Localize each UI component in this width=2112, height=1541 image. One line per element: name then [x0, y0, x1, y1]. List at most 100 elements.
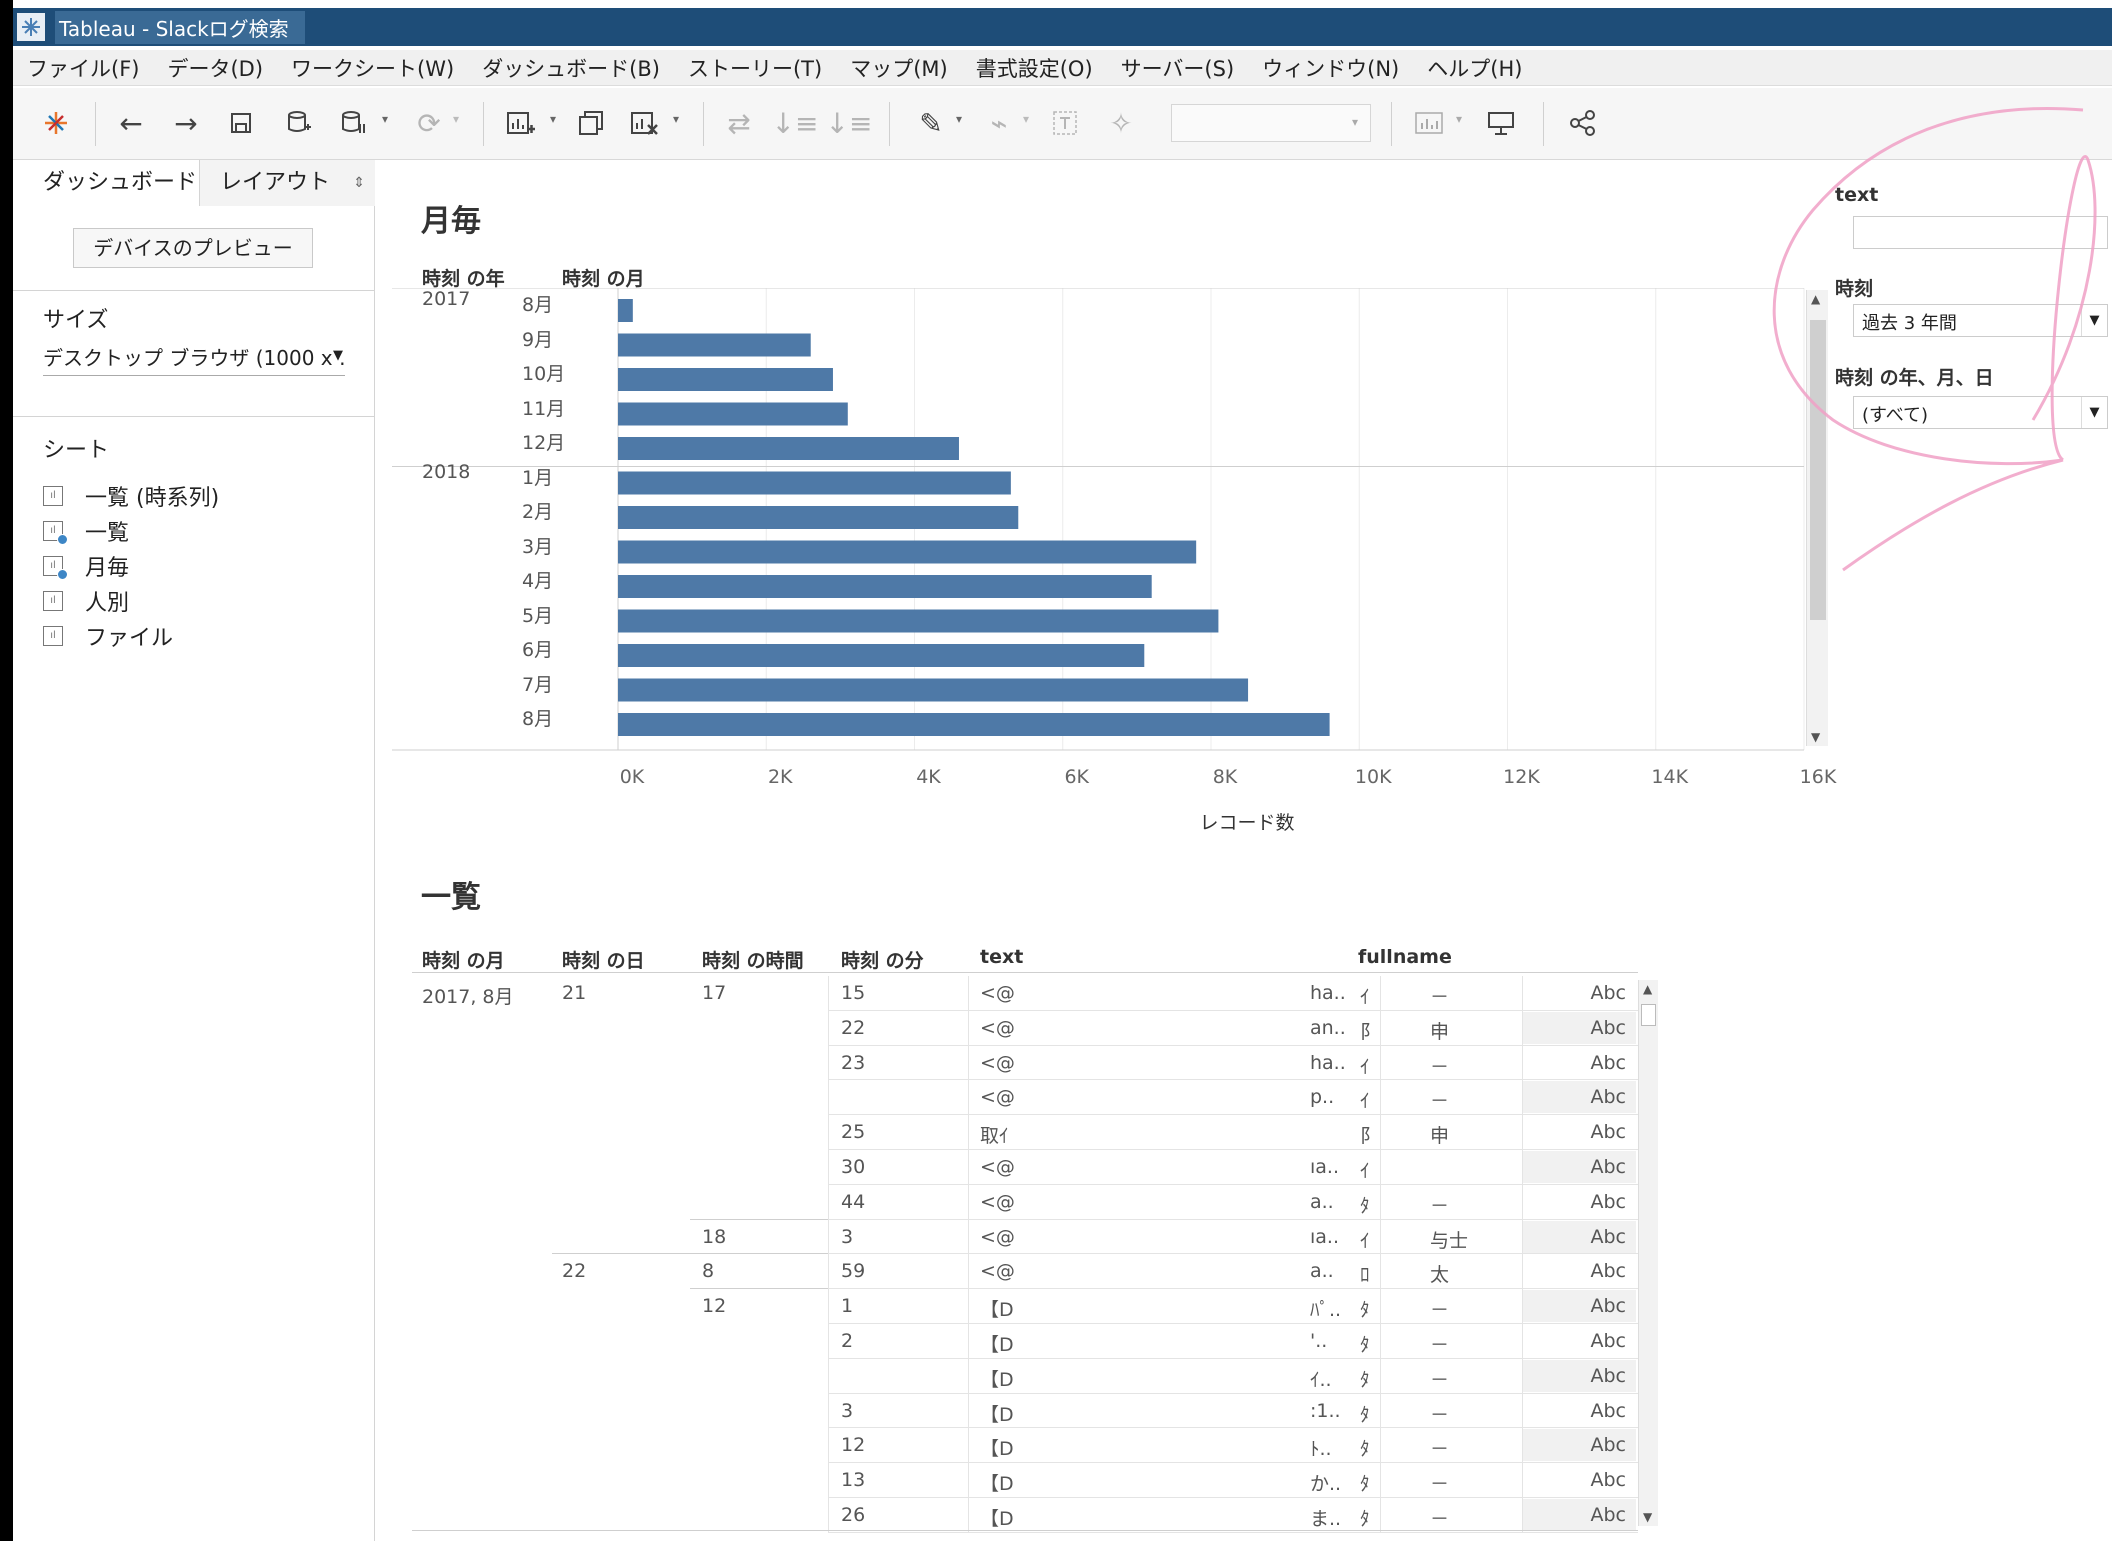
tab-dashboard[interactable]: ダッシュボード	[13, 160, 200, 206]
sheet-item-timeline-list[interactable]: ıl 一覧 (時系列)	[43, 480, 219, 512]
show-labels-icon[interactable]	[1047, 104, 1083, 142]
menu-server[interactable]: サーバー(S)	[1121, 53, 1235, 83]
sheet-item-list[interactable]: ıl 一覧	[43, 515, 129, 547]
bar[interactable]	[618, 575, 1152, 598]
duplicate-sheet-icon[interactable]	[573, 104, 609, 142]
cell-dept: －	[1430, 1194, 1450, 1217]
pink-circle-annotation	[1772, 106, 2097, 572]
bar[interactable]	[618, 540, 1197, 564]
bar[interactable]	[618, 437, 959, 460]
bar-chart-svg	[392, 288, 1805, 751]
pause-updates-icon[interactable]	[335, 104, 371, 142]
monthly-bar-chart: 2017 8月 9月 10月 11月 12月 2018 1月 2月 3月 4月 5月 6月 7月 8月	[392, 288, 1805, 752]
cell-text: 【D	[980, 1508, 1014, 1530]
row-divider	[828, 1149, 1638, 1150]
undo-icon[interactable]: ←	[113, 104, 149, 142]
cell-user: a..	[1310, 1190, 1334, 1213]
cell-text: <@	[980, 1190, 1015, 1213]
sheet-item-monthly[interactable]: ıl 月毎	[43, 550, 129, 582]
menu-file[interactable]: ファイル(F)	[27, 53, 139, 83]
cell-name: ﾀ	[1360, 1194, 1370, 1217]
sort-ascending-icon[interactable]: ↓≡	[772, 104, 819, 142]
bar[interactable]	[618, 506, 1019, 529]
cell-name: ﾀ	[1360, 1473, 1370, 1496]
menu-dashboard[interactable]: ダッシュボード(B)	[482, 53, 660, 83]
cell-day: 22	[562, 1260, 587, 1283]
bar[interactable]	[618, 368, 833, 391]
cell-user: ha..	[1310, 982, 1346, 1004]
x-tick-label: 8K	[1212, 766, 1238, 788]
row-divider	[828, 1357, 1638, 1359]
table-scrollbar[interactable]: ▲ ▼	[1638, 980, 1658, 1526]
cell-dept: －	[1430, 1368, 1450, 1391]
scroll-down-icon[interactable]: ▼	[1643, 1510, 1652, 1524]
menu-data[interactable]: データ(D)	[167, 53, 263, 83]
save-icon[interactable]	[223, 104, 259, 142]
cell-minute: 22	[841, 1016, 866, 1039]
new-worksheet-icon[interactable]	[501, 104, 541, 142]
row-divider	[828, 1253, 1638, 1255]
cell-text: 【D	[980, 1368, 1014, 1391]
cell-name: ｲ	[1360, 1090, 1370, 1113]
device-preview-button[interactable]: デバイスのプレビュー	[73, 228, 313, 268]
highlight-icon[interactable]: ✎	[913, 104, 949, 142]
redo-icon[interactable]: →	[168, 104, 204, 142]
swap-rows-columns-icon[interactable]: ⇄	[721, 104, 757, 142]
menu-help[interactable]: ヘルプ(H)	[1427, 53, 1522, 83]
bar[interactable]	[618, 471, 1011, 495]
worksheet-icon: ıl	[43, 591, 63, 611]
cell-text: <@	[980, 1051, 1015, 1074]
refresh-icon[interactable]: ⟳	[411, 104, 447, 142]
tab-layout[interactable]: レイアウト ⇕	[200, 160, 375, 206]
cell-text: 【D	[980, 1438, 1014, 1461]
cell-minute: 2	[841, 1330, 854, 1352]
column-divider	[1522, 976, 1523, 1533]
monthly-title: 月毎	[421, 204, 481, 239]
sheet-item-by-person[interactable]: ıl 人別	[43, 585, 129, 617]
fit-dropdown[interactable]: ▾	[1171, 104, 1371, 142]
scroll-thumb[interactable]	[1641, 1004, 1656, 1026]
new-datasource-icon[interactable]	[281, 104, 317, 142]
scroll-down-icon[interactable]: ▼	[1811, 730, 1820, 744]
group-members-icon[interactable]: ⌁	[981, 104, 1017, 142]
cell-dept: －	[1430, 1438, 1450, 1461]
cell-user: p..	[1310, 1086, 1335, 1109]
cell-month: 2017, 8月	[422, 986, 514, 1008]
bar[interactable]	[618, 333, 811, 357]
col-head-month: 時刻 の月	[422, 950, 505, 972]
x-tick-label: 14K	[1651, 766, 1689, 788]
tableau-start-icon[interactable]	[39, 104, 73, 142]
bar[interactable]	[618, 713, 1330, 736]
month-label: 12月	[522, 432, 566, 454]
sheet-item-files[interactable]: ıl ファイル	[43, 620, 173, 652]
menu-story[interactable]: ストーリー(T)	[688, 53, 822, 83]
show-me-icon[interactable]	[1409, 104, 1449, 142]
sort-descending-icon[interactable]: ↓≡	[826, 104, 873, 142]
month-label: 10月	[522, 363, 566, 385]
share-icon[interactable]	[1563, 104, 1603, 142]
menu-format[interactable]: 書式設定(O)	[976, 53, 1093, 83]
fix-axes-icon[interactable]: ✧	[1103, 104, 1139, 142]
cell-abc: Abc	[1590, 1086, 1626, 1109]
presentation-mode-icon[interactable]	[1481, 104, 1521, 142]
bar[interactable]	[618, 299, 633, 322]
row-divider	[828, 1114, 1638, 1116]
cell-name: ﾀ	[1360, 1438, 1370, 1461]
bar[interactable]	[618, 609, 1219, 633]
scroll-up-icon[interactable]: ▲	[1643, 982, 1652, 996]
cell-dept: －	[1430, 1055, 1450, 1078]
menu-worksheet[interactable]: ワークシート(W)	[291, 53, 454, 83]
bar[interactable]	[618, 678, 1249, 702]
cell-abc: Abc	[1590, 1399, 1626, 1422]
menu-window[interactable]: ウィンドウ(N)	[1262, 53, 1399, 83]
cell-abc: Abc	[1590, 1051, 1626, 1074]
tableau-window: Tableau - Slackログ検索 ファイル(F) データ(D) ワークシー…	[13, 0, 2112, 1541]
size-select[interactable]: デスクトップ ブラウザ (1000 x … ▼	[43, 342, 345, 376]
cell-abc: Abc	[1590, 982, 1626, 1004]
bar[interactable]	[618, 644, 1145, 667]
sheet-item-label: 一覧	[85, 521, 130, 546]
menu-map[interactable]: マップ(M)	[850, 53, 948, 83]
bar[interactable]	[618, 402, 848, 426]
cell-dept: 申	[1430, 1020, 1450, 1043]
clear-sheet-icon[interactable]	[625, 104, 665, 142]
